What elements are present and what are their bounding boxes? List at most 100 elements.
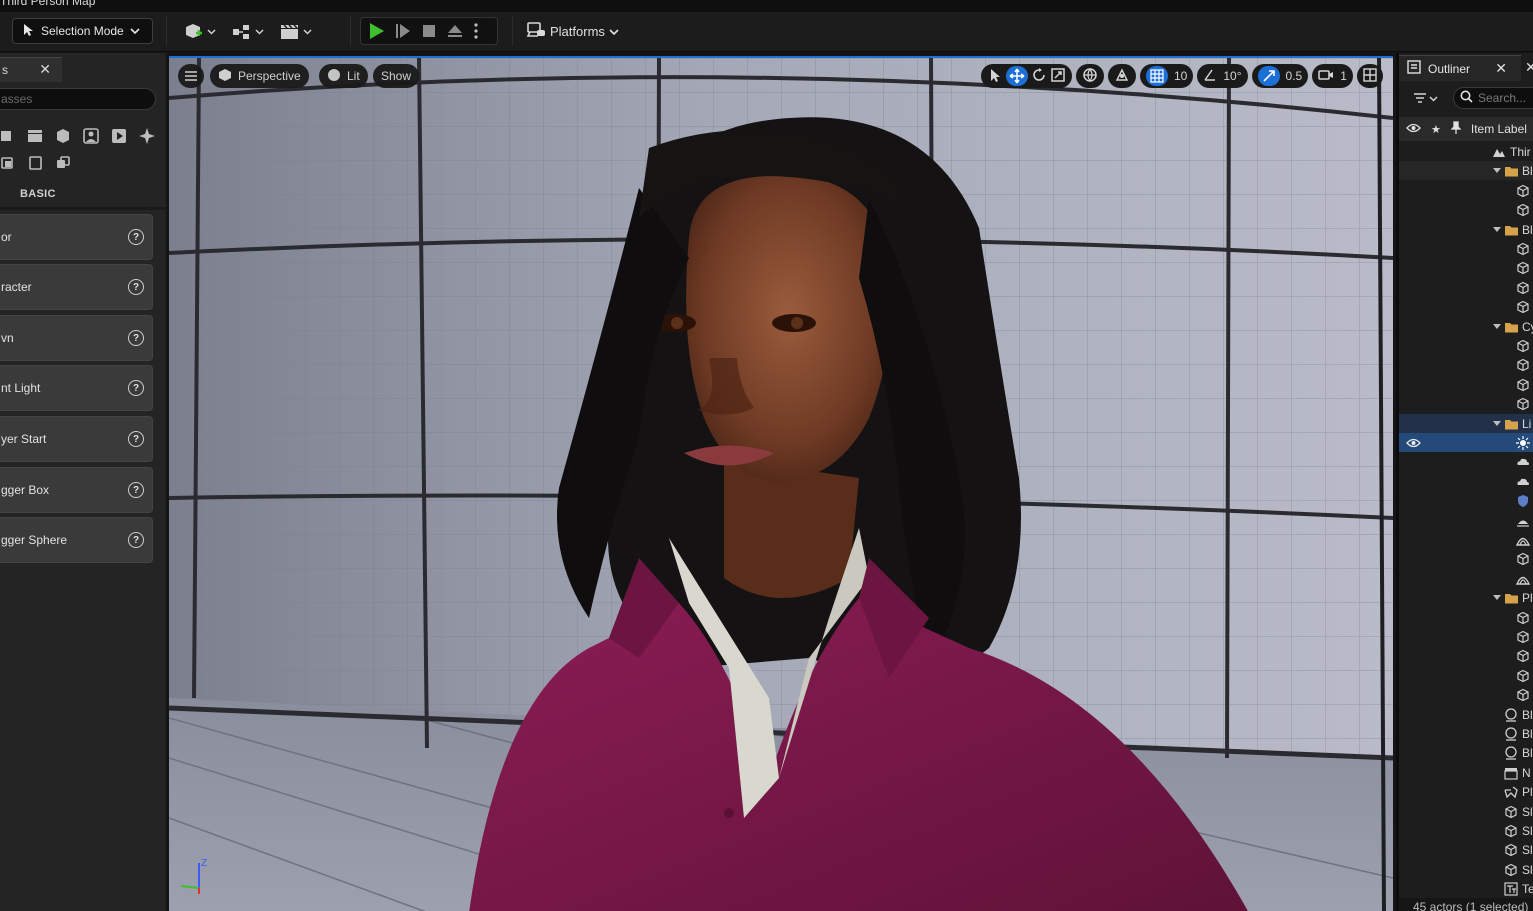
show-button[interactable]: Show [373,64,420,88]
outliner-row[interactable]: Cy [1399,317,1533,336]
advance-frame-button[interactable] [394,19,412,43]
outliner-row[interactable]: Sl [1399,840,1533,859]
help-icon[interactable]: ? [128,482,144,498]
outliner-row[interactable]: Thir [1399,142,1533,161]
platforms-dropdown[interactable]: Platforms [526,18,619,44]
rotation-snap-control[interactable]: 10° [1197,64,1248,88]
outliner-row[interactable]: Li [1399,414,1533,433]
outliner-row[interactable]: Bl [1399,220,1533,239]
outliner-row[interactable] [1399,239,1533,258]
geometry-icon[interactable] [52,152,74,174]
help-icon[interactable]: ? [128,229,144,245]
outliner-row[interactable] [1399,491,1533,510]
selection-mode-dropdown[interactable]: Selection Mode [12,18,153,44]
close-icon[interactable]: ✕ [1495,60,1507,77]
cinematic-icon[interactable] [108,125,130,147]
place-item-point-light[interactable]: nt Light ? [0,365,153,411]
eject-button[interactable] [446,19,464,43]
outliner-row[interactable] [1399,452,1533,471]
place-actors-search-input[interactable]: asses [0,88,156,110]
outliner-search-input[interactable]: Search... [1453,87,1533,109]
outliner-row[interactable] [1399,666,1533,685]
outliner-row[interactable] [1399,569,1533,588]
place-item-character[interactable]: racter ? [0,264,153,310]
outliner-row[interactable] [1399,278,1533,297]
outliner-row[interactable]: Te [1399,879,1533,898]
outliner-row[interactable] [1399,336,1533,355]
place-item-trigger-sphere[interactable]: gger Sphere ? [0,517,153,563]
shapes-icon[interactable] [52,125,74,147]
outliner-row[interactable] [1399,394,1533,413]
lights-icon[interactable] [24,125,46,147]
outliner-row[interactable]: Sl [1399,802,1533,821]
scale-tool-icon[interactable] [1050,67,1066,86]
volumes-icon[interactable] [136,125,158,147]
surface-snap-toggle[interactable] [1108,64,1136,88]
grid-snap-control[interactable]: 10 [1140,64,1194,88]
outliner-row[interactable] [1399,685,1533,704]
outliner-row[interactable] [1399,355,1533,374]
all-classes-icon[interactable] [0,152,18,174]
outliner-row[interactable] [1399,549,1533,568]
visibility-column-icon[interactable] [1406,122,1421,137]
rotate-tool-icon[interactable] [1031,67,1047,86]
star-icon[interactable]: ★ [1431,123,1441,136]
level-viewport[interactable]: Z Perspective Lit Show 10 10° 0.5 1 [169,56,1393,911]
outliner-row[interactable]: Bl [1399,743,1533,762]
world-local-toggle[interactable] [1076,64,1104,88]
stop-button[interactable] [421,19,437,43]
cube-icon[interactable] [0,125,18,147]
viewport-menu-button[interactable] [178,64,204,88]
outliner-row[interactable] [1399,258,1533,277]
outliner-row[interactable]: Pl [1399,588,1533,607]
scale-snap-control[interactable]: 0.5 [1251,64,1309,88]
select-tool-icon[interactable] [987,67,1003,86]
play-options-icon[interactable] [473,19,479,43]
outliner-row[interactable] [1399,200,1533,219]
outliner-tab[interactable]: Outliner ✕ [1399,55,1521,81]
viewport-layout-button[interactable] [1356,64,1383,88]
visual-effects-icon[interactable] [80,125,102,147]
outliner-row[interactable]: Sl [1399,821,1533,840]
help-icon[interactable]: ? [128,380,144,396]
outliner-row[interactable]: Pl [1399,782,1533,801]
item-label-column[interactable]: Item Label [1471,122,1527,136]
outliner-row[interactable] [1399,530,1533,549]
outliner-row[interactable]: N [1399,763,1533,782]
outliner-row[interactable] [1399,181,1533,200]
place-item-actor[interactable]: or ? [0,214,153,260]
outliner-row[interactable] [1399,646,1533,665]
place-item-trigger-box[interactable]: gger Box ? [0,467,153,513]
place-item-player-start[interactable]: yer Start ? [0,416,153,462]
blueprint-button[interactable] [231,20,267,44]
outliner-row[interactable] [1399,472,1533,491]
visibility-eye-icon[interactable] [1405,435,1421,451]
help-icon[interactable]: ? [128,330,144,346]
translate-tool-icon[interactable] [1006,66,1028,86]
lit-mode-button[interactable]: Lit [319,64,368,88]
filter-icon[interactable] [1413,92,1439,109]
perspective-button[interactable]: Perspective [210,64,309,88]
outliner-row[interactable]: Bl [1399,724,1533,743]
camera-speed-control[interactable]: 1 [1312,64,1353,88]
pin-icon[interactable] [1450,121,1462,137]
outliner-row[interactable] [1399,433,1533,452]
outliner-row[interactable] [1399,375,1533,394]
close-icon[interactable]: ✕ [1525,59,1533,76]
help-icon[interactable]: ? [128,431,144,447]
recent-icon[interactable] [24,152,46,174]
outliner-row[interactable] [1399,627,1533,646]
place-actors-tab[interactable]: s ✕ [0,57,62,82]
cinematics-button[interactable] [279,20,315,44]
place-item-pawn[interactable]: vn ? [0,315,153,361]
close-icon[interactable]: ✕ [39,61,51,78]
help-icon[interactable]: ? [128,532,144,548]
outliner-row[interactable] [1399,297,1533,316]
add-content-button[interactable] [183,20,219,44]
outliner-row[interactable]: Sl [1399,860,1533,879]
play-button[interactable] [367,19,385,43]
help-icon[interactable]: ? [128,279,144,295]
outliner-row[interactable]: Bl [1399,705,1533,724]
outliner-row[interactable] [1399,511,1533,530]
outliner-row[interactable]: Bl [1399,161,1533,180]
